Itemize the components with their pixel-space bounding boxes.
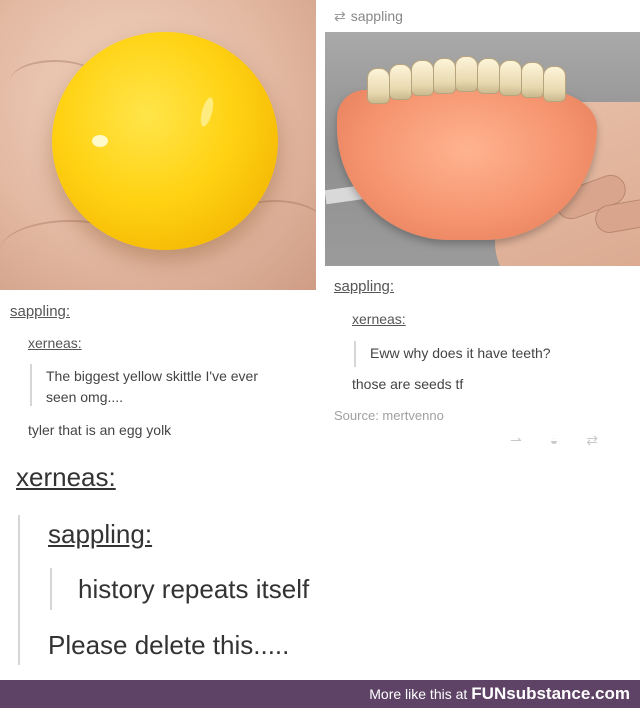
left-post-quote-bar <box>30 364 32 406</box>
right-post-source[interactable]: Source: mertvenno <box>334 408 444 423</box>
reblog-line[interactable]: ⇄ sappling <box>334 7 403 25</box>
comment-outer-quote-bar <box>18 515 20 665</box>
left-post-reply-text: tyler that is an egg yolk <box>28 422 172 438</box>
comment-blog-name[interactable]: xerneas: <box>16 462 116 493</box>
post-action-icons[interactable]: ⇀◒⇄ <box>510 432 626 449</box>
share-icon[interactable]: ⇀ <box>510 432 550 448</box>
reblog-action-icon[interactable]: ⇄ <box>586 432 626 448</box>
right-post-reply-name[interactable]: xerneas: <box>352 311 406 327</box>
watermark-bar[interactable]: More like this at FUNsubstance.com <box>0 680 640 708</box>
left-post-reply-name[interactable]: xerneas: <box>28 335 82 351</box>
funsubstance-logo[interactable]: FUNsubstance.com <box>471 684 630 704</box>
comment-inner-quote-bar <box>50 568 52 610</box>
comment-quoted-text: history repeats itself <box>78 574 310 604</box>
left-post-blog-name[interactable]: sappling: <box>10 303 70 320</box>
left-post-quoted-line-1: The biggest yellow skittle I've ever <box>46 368 258 384</box>
right-post-blog-name[interactable]: sappling: <box>334 278 394 295</box>
left-post-quoted-line-2: seen omg.... <box>46 389 124 405</box>
comment-reply-text: Please delete this..... <box>48 630 290 660</box>
left-post-quoted-text: The biggest yellow skittle I've ever see… <box>46 366 258 408</box>
egg-yolk-photo <box>0 0 316 290</box>
comment-icon[interactable]: ◒ <box>550 432 586 448</box>
right-post-quoted-text: Eww why does it have teeth? <box>370 345 551 361</box>
more-like-this-text: More like this at <box>369 686 468 702</box>
comment-reply-name[interactable]: sappling: <box>48 519 152 550</box>
egg-yolk <box>52 32 278 250</box>
reblog-label: sappling <box>350 8 403 24</box>
grapefruit-photo <box>325 32 640 266</box>
reblog-icon: ⇄ <box>334 7 346 24</box>
right-post-quote-bar <box>354 341 356 367</box>
right-post-reply-text: those are seeds tf <box>352 376 464 392</box>
